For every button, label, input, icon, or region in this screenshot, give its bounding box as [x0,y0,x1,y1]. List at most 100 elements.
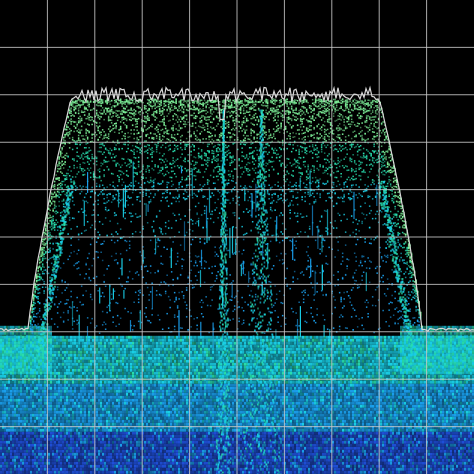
noise-floor-cell [96,413,98,417]
noise-floor-cell [150,419,152,423]
noise-floor-cell [78,371,80,375]
noise-floor-cell [202,371,204,375]
noise-floor-cell [126,407,128,411]
noise-floor-cell [146,392,148,396]
noise-floor-cell [42,437,44,441]
noise-floor-cell [174,368,176,372]
noise-floor-cell [126,395,128,399]
noise-floor-cell [54,371,56,375]
noise-floor-cell [126,365,128,369]
noise-floor-cell [74,422,76,426]
noise-floor-cell [54,440,56,444]
noise-floor-cell [166,407,168,411]
noise-floor-cell [60,428,62,432]
noise-floor-cell [196,449,198,453]
noise-floor-cell [52,446,54,450]
noise-floor-cell [118,353,120,357]
noise-floor-cell [62,341,64,345]
noise-floor-cell [168,338,170,342]
noise-floor-cell [154,362,156,366]
noise-floor-cell [66,359,68,363]
noise-floor-cell [32,416,34,420]
noise-floor-cell [152,401,154,405]
noise-floor-cell [74,383,76,387]
noise-floor-cell [212,371,214,375]
noise-floor-cell [202,461,204,465]
noise-floor-cell [26,446,28,450]
noise-floor-cell [158,350,160,354]
noise-floor-cell [6,446,8,450]
noise-floor-cell [148,356,150,360]
noise-floor-cell [202,440,204,444]
noise-floor-cell [166,410,168,414]
noise-floor-cell [50,446,52,450]
noise-floor-cell [120,422,122,426]
noise-floor-cell [6,449,8,453]
noise-floor-cell [24,392,26,396]
noise-floor-cell [160,440,162,444]
noise-floor-cell [118,443,120,447]
noise-floor-cell [120,446,122,450]
noise-floor-cell [178,410,180,414]
noise-floor-cell [156,335,158,339]
noise-floor-cell [162,365,164,369]
noise-floor-cell [116,443,118,447]
noise-floor-cell [116,401,118,405]
noise-floor-cell [170,458,172,462]
noise-floor-cell [200,413,202,417]
noise-floor-cell [170,470,172,474]
noise-floor-cell [2,398,4,402]
noise-floor-cell [148,359,150,363]
noise-floor-cell [96,398,98,402]
noise-floor-cell [180,386,182,390]
noise-floor-cell [90,431,92,435]
noise-floor-cell [182,347,184,351]
noise-floor-cell [202,458,204,462]
noise-floor-cell [92,440,94,444]
noise-floor-cell [106,353,108,357]
noise-floor-cell [112,434,114,438]
noise-floor-cell [186,347,188,351]
noise-floor-cell [144,359,146,363]
noise-floor-cell [110,353,112,357]
noise-floor-cell [122,392,124,396]
noise-floor-cell [164,371,166,375]
noise-floor-cell [132,470,134,474]
noise-floor-cell [110,413,112,417]
noise-floor-cell [76,341,78,345]
noise-floor-cell [8,470,10,474]
noise-floor-cell [14,374,16,378]
noise-floor-cell [126,362,128,366]
noise-floor-cell [144,365,146,369]
noise-floor-cell [158,371,160,375]
noise-floor-cell [70,449,72,453]
noise-floor-cell [186,422,188,426]
noise-floor-cell [146,455,148,459]
noise-floor-cell [84,458,86,462]
noise-floor-cell [52,359,54,363]
noise-floor-cell [190,461,192,465]
noise-floor-cell [158,461,160,465]
noise-floor-cell [130,389,132,393]
noise-floor-cell [102,401,104,405]
noise-floor-cell [78,440,80,444]
noise-floor-cell [78,365,80,369]
noise-floor-cell [190,416,192,420]
noise-floor-cell [24,374,26,378]
noise-floor-cell [100,443,102,447]
noise-floor-cell [58,371,60,375]
noise-floor-cell [4,434,6,438]
noise-floor-cell [186,335,188,339]
noise-floor-cell [54,470,56,474]
noise-floor-cell [24,410,26,414]
noise-floor-cell [194,413,196,417]
noise-floor-cell [0,440,2,444]
noise-floor-cell [98,389,100,393]
noise-floor-cell [122,347,124,351]
noise-floor-cell [152,464,154,468]
noise-floor-cell [122,467,124,471]
noise-floor-cell [88,422,90,426]
noise-floor-cell [202,374,204,378]
noise-floor-cell [186,467,188,471]
noise-floor-cell [184,389,186,393]
